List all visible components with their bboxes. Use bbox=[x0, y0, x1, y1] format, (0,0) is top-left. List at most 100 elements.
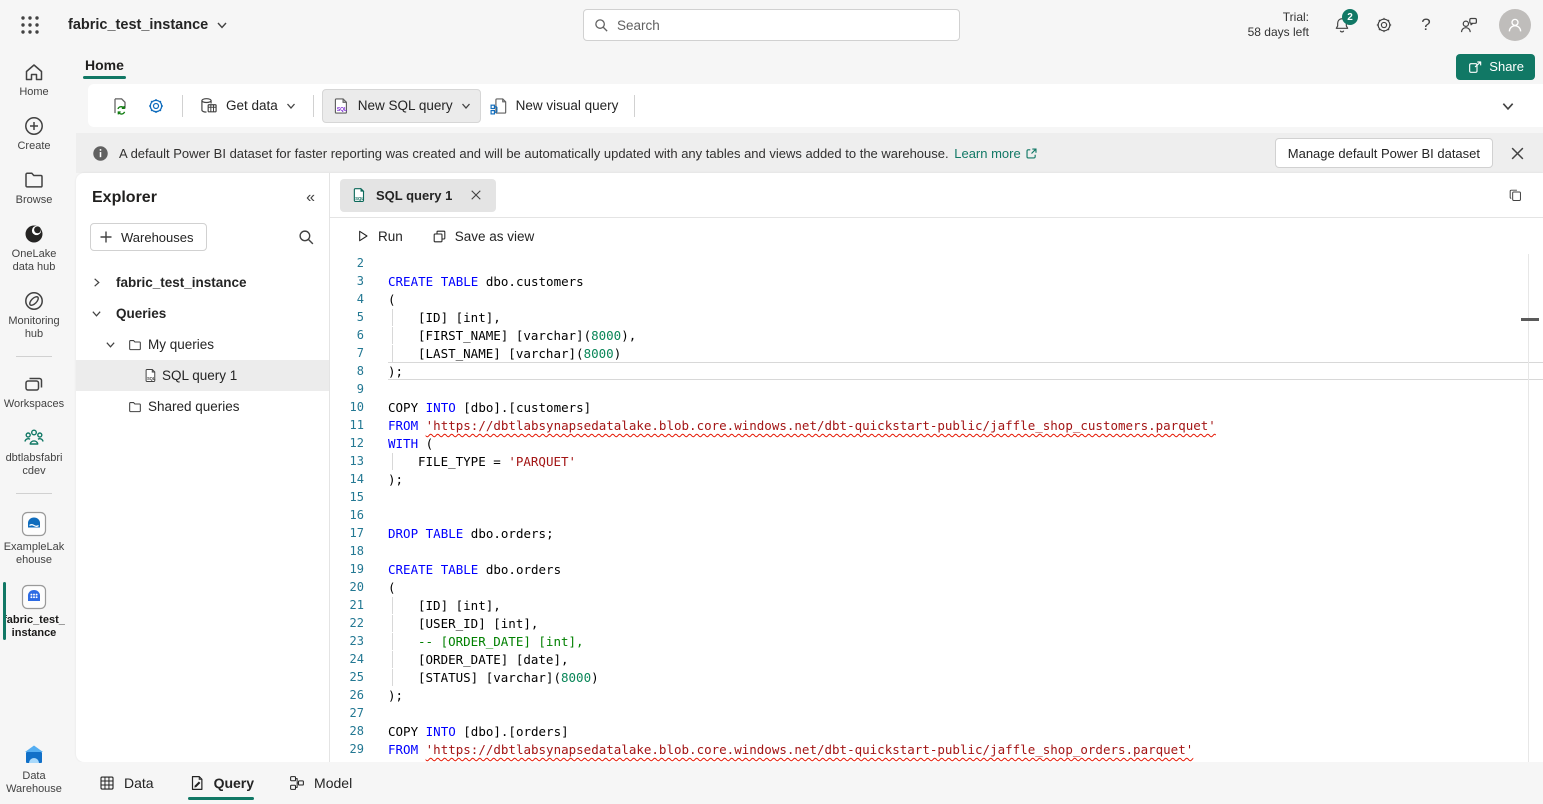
code-line[interactable]: 23-- [ORDER_DATE] [int], bbox=[330, 632, 1543, 650]
line-number: 9 bbox=[330, 380, 364, 398]
new-sql-query-button[interactable]: SQL New SQL query bbox=[322, 89, 481, 123]
code-line[interactable]: 6[FIRST_NAME] [varchar](8000), bbox=[330, 326, 1543, 344]
code-line[interactable]: 14); bbox=[330, 470, 1543, 488]
code-line[interactable]: 2 bbox=[330, 254, 1543, 272]
line-number: 6 bbox=[330, 326, 364, 344]
code-line[interactable]: 12WITH ( bbox=[330, 434, 1543, 452]
search-input[interactable] bbox=[617, 18, 949, 33]
search-icon bbox=[594, 18, 609, 33]
code-text: [ID] [int], bbox=[388, 596, 1543, 614]
editor-tab-strip: SQL SQL query 1 bbox=[330, 173, 1543, 218]
tab-query[interactable]: Query bbox=[186, 768, 256, 798]
code-line[interactable]: 3CREATE TABLE dbo.customers bbox=[330, 272, 1543, 290]
explorer-header: Explorer « bbox=[76, 173, 329, 217]
warehouses-button[interactable]: Warehouses bbox=[90, 223, 207, 251]
indent-guide bbox=[392, 453, 418, 470]
refresh-button[interactable] bbox=[102, 90, 138, 122]
query-settings-button[interactable] bbox=[138, 90, 174, 122]
tree-item-my-queries[interactable]: My queries bbox=[76, 329, 329, 360]
code-line[interactable]: 20( bbox=[330, 578, 1543, 596]
tree-item-warehouse-root[interactable]: fabric_test_instance bbox=[76, 267, 329, 298]
account-avatar[interactable] bbox=[1499, 9, 1531, 41]
rail-item-data-warehouse[interactable]: Data Warehouse bbox=[1, 740, 67, 798]
collapse-explorer-button[interactable]: « bbox=[306, 190, 315, 206]
explorer-search-button[interactable] bbox=[298, 229, 315, 246]
code-line[interactable]: 25[STATUS] [varchar](8000) bbox=[330, 668, 1543, 686]
code-line[interactable]: 9 bbox=[330, 380, 1543, 398]
code-line[interactable]: 29FROM 'https://dbtlabsynapsedatalake.bl… bbox=[330, 740, 1543, 758]
notifications-button[interactable]: 2 bbox=[1323, 6, 1361, 44]
line-number: 29 bbox=[330, 740, 364, 758]
learn-more-link[interactable]: Learn more bbox=[954, 146, 1037, 161]
code-line[interactable]: 4( bbox=[330, 290, 1543, 308]
rail-item-examplelakehouse[interactable]: ExampleLakehouse bbox=[1, 507, 67, 569]
code-line[interactable]: 13FILE_TYPE = 'PARQUET' bbox=[330, 452, 1543, 470]
settings-button[interactable] bbox=[1365, 6, 1403, 44]
rail-item-browse[interactable]: Browse bbox=[1, 166, 67, 209]
tab-sql-query-1[interactable]: SQL SQL query 1 bbox=[340, 179, 496, 212]
help-button[interactable]: ? bbox=[1407, 6, 1445, 44]
code-line[interactable]: 15 bbox=[330, 488, 1543, 506]
code-line[interactable]: 22[USER_ID] [int], bbox=[330, 614, 1543, 632]
code-line[interactable]: 24[ORDER_DATE] [date], bbox=[330, 650, 1543, 668]
dismiss-banner-button[interactable] bbox=[1503, 139, 1531, 167]
rail-item-label: fabric_test_instance bbox=[1, 614, 67, 640]
tree-item-queries[interactable]: Queries bbox=[76, 298, 329, 329]
save-as-view-button[interactable]: Save as view bbox=[422, 223, 544, 250]
rail-divider bbox=[16, 356, 52, 357]
rail-item-dbtlabsfabricdev[interactable]: dbtlabsfabricdev bbox=[1, 424, 67, 480]
code-line[interactable]: 7[LAST_NAME] [varchar](8000) bbox=[330, 344, 1543, 362]
toolbar-divider bbox=[182, 95, 183, 117]
code-text: [LAST_NAME] [varchar](8000) bbox=[388, 344, 1543, 362]
rail-item-label: Monitoring hub bbox=[1, 315, 67, 341]
get-data-button[interactable]: Get data bbox=[191, 90, 305, 122]
tree-item-sql-query-1[interactable]: SQL SQL query 1 bbox=[76, 360, 329, 391]
chevron-down-icon bbox=[76, 308, 116, 319]
code-line[interactable]: 10COPY INTO [dbo].[customers] bbox=[330, 398, 1543, 416]
code-line[interactable]: 11FROM 'https://dbtlabsynapsedatalake.bl… bbox=[330, 416, 1543, 434]
code-text: CREATE TABLE dbo.orders bbox=[388, 560, 1543, 578]
share-button[interactable]: Share bbox=[1456, 54, 1535, 80]
save-as-view-label: Save as view bbox=[455, 229, 535, 244]
workspace-switcher[interactable]: fabric_test_instance bbox=[68, 17, 228, 33]
app-launcher-button[interactable] bbox=[6, 1, 54, 49]
search-box[interactable] bbox=[583, 9, 960, 41]
rail-item-create[interactable]: Create bbox=[1, 112, 67, 155]
code-line[interactable]: 5[ID] [int], bbox=[330, 308, 1543, 326]
scrollbar-cursor-marker[interactable] bbox=[1521, 318, 1539, 321]
tab-home[interactable]: Home bbox=[83, 53, 126, 81]
code-line[interactable]: 17DROP TABLE dbo.orders; bbox=[330, 524, 1543, 542]
manage-default-dataset-button[interactable]: Manage default Power BI dataset bbox=[1275, 138, 1493, 168]
lakehouse-item-icon bbox=[19, 509, 49, 539]
code-line[interactable]: 19CREATE TABLE dbo.orders bbox=[330, 560, 1543, 578]
tab-model[interactable]: Model bbox=[286, 768, 354, 798]
svg-text:SQL: SQL bbox=[146, 376, 155, 381]
close-tab-button[interactable] bbox=[466, 185, 486, 205]
copy-button[interactable] bbox=[1501, 181, 1529, 209]
code-text: [ID] [int], bbox=[388, 308, 1543, 326]
code-line[interactable]: 18 bbox=[330, 542, 1543, 560]
rail-item-monitoring-hub[interactable]: Monitoring hub bbox=[1, 287, 67, 343]
gear-icon bbox=[146, 96, 166, 116]
rail-item-onelake-data-hub[interactable]: OneLake data hub bbox=[1, 220, 67, 276]
rail-item-workspaces[interactable]: Workspaces bbox=[1, 370, 67, 413]
folder-icon bbox=[22, 168, 46, 192]
code-line[interactable]: 8); bbox=[330, 362, 1543, 380]
collapse-ribbon-button[interactable] bbox=[1501, 99, 1515, 113]
sql-code-editor[interactable]: 23CREATE TABLE dbo.customers4(5[ID] [int… bbox=[330, 254, 1543, 762]
code-line[interactable]: 27 bbox=[330, 704, 1543, 722]
code-line[interactable]: 16 bbox=[330, 506, 1543, 524]
rail-item-fabric-test-instance[interactable]: fabric_test_instance bbox=[1, 580, 67, 642]
tab-data[interactable]: Data bbox=[96, 768, 156, 798]
code-line[interactable]: 28COPY INTO [dbo].[orders] bbox=[330, 722, 1543, 740]
tree-item-shared-queries[interactable]: Shared queries bbox=[76, 391, 329, 422]
code-line[interactable]: 21[ID] [int], bbox=[330, 596, 1543, 614]
code-line[interactable]: 26); bbox=[330, 686, 1543, 704]
run-button[interactable]: Run bbox=[346, 223, 412, 249]
feedback-button[interactable] bbox=[1449, 6, 1487, 44]
new-visual-query-button[interactable]: New visual query bbox=[481, 90, 627, 122]
line-number: 27 bbox=[330, 704, 364, 722]
rail-item-label: Workspaces bbox=[2, 398, 66, 411]
rail-item-home[interactable]: Home bbox=[1, 58, 67, 101]
query-command-bar: Run Save as view bbox=[330, 218, 1543, 254]
